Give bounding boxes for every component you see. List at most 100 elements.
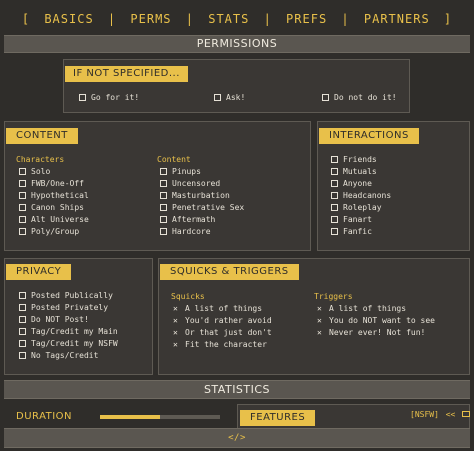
item-label: Mutuals	[343, 167, 377, 176]
image-icon[interactable]	[462, 411, 471, 417]
checkbox[interactable]	[331, 156, 338, 163]
checkbox[interactable]	[160, 228, 167, 235]
squick-item: ✕ Fit the character	[173, 339, 267, 351]
check-item[interactable]: Posted Privately	[19, 302, 108, 314]
item-label: Anyone	[343, 179, 372, 188]
checkbox[interactable]	[160, 180, 167, 187]
check-item[interactable]: Friends	[331, 154, 377, 166]
if-not-specified-tag: IF NOT SPECIFIED...	[65, 66, 188, 82]
checkbox[interactable]	[19, 228, 26, 235]
item-label: Fanfic	[343, 227, 372, 236]
checkbox[interactable]	[331, 216, 338, 223]
checkbox[interactable]	[331, 228, 338, 235]
check-item[interactable]: Mutuals	[331, 166, 377, 178]
checkbox[interactable]	[19, 216, 26, 223]
privacy-tag: PRIVACY	[6, 264, 72, 280]
checkbox[interactable]	[160, 216, 167, 223]
check-item[interactable]: Penetrative Sex	[160, 202, 244, 214]
check-item[interactable]: No Tags/Credit	[19, 350, 98, 362]
trigger-item: ✕ A list of things	[317, 303, 406, 315]
check-item[interactable]: Hardcore	[160, 226, 211, 238]
check-item[interactable]: Alt Universe	[19, 214, 89, 226]
statistics-header: STATISTICS	[4, 380, 470, 399]
option-go-for-it[interactable]: Go for it!	[79, 92, 139, 104]
checkbox[interactable]	[19, 168, 26, 175]
check-item[interactable]: Aftermath	[160, 214, 215, 226]
trigger-item: ✕ Never ever! Not fun!	[317, 327, 425, 339]
checkbox[interactable]	[331, 168, 338, 175]
item-label: Friends	[343, 155, 377, 164]
permissions-header: PERMISSIONS	[4, 35, 470, 53]
checkbox[interactable]	[331, 192, 338, 199]
nav-item-partners[interactable]: PARTNERS	[364, 6, 430, 32]
option-do-not[interactable]: Do not do it!	[322, 92, 397, 104]
item-label: Headcanons	[343, 191, 392, 200]
check-item[interactable]: Do NOT Post!	[19, 314, 89, 326]
checkbox[interactable]	[19, 340, 26, 347]
features-tag[interactable]: FEATURES	[240, 410, 316, 426]
checkbox[interactable]	[19, 292, 26, 299]
checkbox[interactable]	[214, 94, 221, 101]
checkbox[interactable]	[160, 192, 167, 199]
checkbox[interactable]	[331, 180, 338, 187]
checkbox[interactable]	[79, 94, 86, 101]
x-mark-icon: ✕	[173, 304, 178, 313]
check-item[interactable]: Headcanons	[331, 190, 391, 202]
trigger-item: ✕ You do NOT want to see	[317, 315, 435, 327]
x-mark-icon: ✕	[317, 316, 322, 325]
nav-item-basics[interactable]: BASICS	[44, 6, 93, 32]
item-label: Never ever! Not fun!	[329, 328, 426, 337]
checkbox[interactable]	[160, 204, 167, 211]
item-label: Poly/Group	[31, 227, 80, 236]
item-label: Solo	[31, 167, 51, 176]
checkbox[interactable]	[19, 316, 26, 323]
check-item[interactable]: Pinups	[160, 166, 201, 178]
check-item[interactable]: Hypothetical	[19, 190, 89, 202]
back-icon[interactable]: <<	[446, 410, 456, 419]
content-tag: CONTENT	[6, 128, 78, 144]
checkbox[interactable]	[322, 94, 329, 101]
checkbox[interactable]	[19, 180, 26, 187]
option-ask[interactable]: Ask!	[214, 92, 245, 104]
item-label: Posted Privately	[31, 303, 109, 312]
nav-separator: |	[341, 12, 350, 26]
x-mark-icon: ✕	[173, 316, 178, 325]
code-icon[interactable]: </>	[228, 433, 246, 443]
nav-item-perms[interactable]: PERMS	[130, 6, 171, 32]
nsfw-toggle[interactable]: [NSFW] <<	[410, 410, 471, 419]
check-item[interactable]: Roleplay	[331, 202, 382, 214]
checkbox[interactable]	[160, 168, 167, 175]
check-item[interactable]: Fanfic	[331, 226, 372, 238]
duration-label: DURATION	[16, 411, 73, 422]
checkbox[interactable]	[19, 304, 26, 311]
checkbox[interactable]	[19, 192, 26, 199]
check-item[interactable]: FWB/One-Off	[19, 178, 84, 190]
check-item[interactable]: Fanart	[331, 214, 372, 226]
check-item[interactable]: Anyone	[331, 178, 372, 190]
check-item[interactable]: Solo	[19, 166, 50, 178]
x-mark-icon: ✕	[317, 328, 322, 337]
check-item[interactable]: Tag/Credit my Main	[19, 326, 118, 338]
check-item[interactable]: Tag/Credit my NSFW	[19, 338, 118, 350]
checkbox[interactable]	[19, 328, 26, 335]
item-label: You do NOT want to see	[329, 316, 435, 325]
check-item[interactable]: Masturbation	[160, 190, 230, 202]
check-item[interactable]: Posted Publically	[19, 290, 113, 302]
item-label: Hardcore	[172, 227, 211, 236]
option-label: Go for it!	[91, 93, 140, 102]
checkbox[interactable]	[331, 204, 338, 211]
check-item[interactable]: Poly/Group	[19, 226, 79, 238]
checkbox[interactable]	[19, 352, 26, 359]
nav-bracket-open: [	[21, 12, 31, 26]
nav-item-stats[interactable]: STATS	[208, 6, 249, 32]
check-item[interactable]: Canon Ships	[19, 202, 84, 214]
item-label: A list of things	[329, 304, 407, 313]
interactions-tag: INTERACTIONS	[319, 128, 419, 144]
item-label: Fanart	[343, 215, 372, 224]
nav-separator: |	[185, 12, 194, 26]
nav-item-prefs[interactable]: PREFS	[286, 6, 327, 32]
checkbox[interactable]	[19, 204, 26, 211]
top-nav: [ BASICS | PERMS | STATS | PREFS | PARTN…	[0, 6, 474, 32]
code-toggle[interactable]: </>	[4, 428, 470, 448]
check-item[interactable]: Uncensored	[160, 178, 220, 190]
